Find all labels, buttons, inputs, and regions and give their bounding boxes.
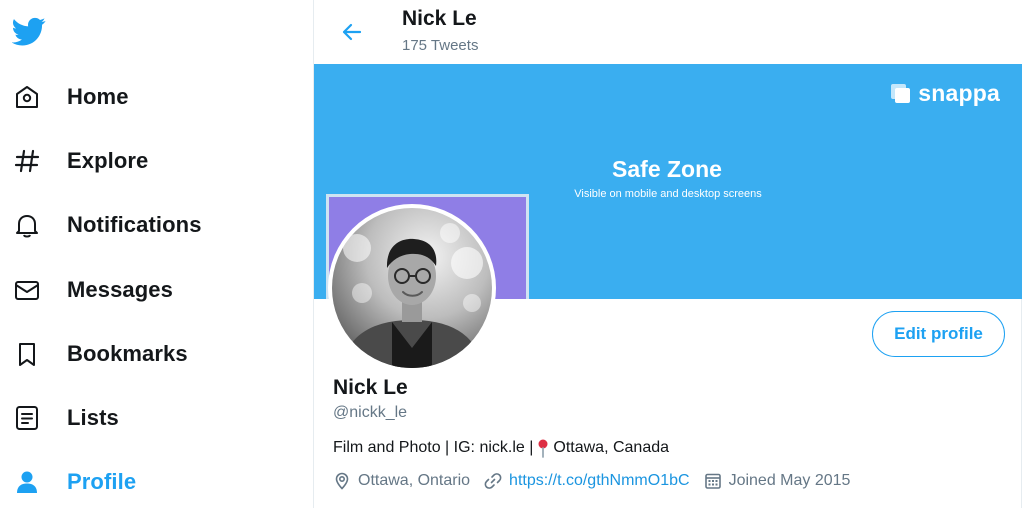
joined-text: Joined May 2015: [728, 472, 851, 489]
sidebar: Home Explore Notifications Messages Book…: [0, 0, 314, 508]
sidebar-item-label: Notifications: [67, 212, 202, 237]
bio-text: Film and Photo | IG: nick.le |: [333, 439, 534, 456]
sidebar-item-label: Explore: [67, 148, 149, 173]
sidebar-item-lists[interactable]: Lists: [12, 398, 119, 438]
home-icon: [12, 82, 42, 112]
sidebar-item-label: Lists: [67, 405, 119, 430]
joined-item: Joined May 2015: [704, 472, 851, 490]
pushpin-icon: [535, 438, 551, 458]
profile-bio: Film and Photo | IG: nick.le | Ottawa, C…: [333, 438, 669, 458]
bookmark-icon: [12, 339, 42, 369]
brand-text: snappa: [918, 80, 1000, 106]
twitter-bird-icon[interactable]: [11, 14, 46, 48]
person-icon: [12, 467, 42, 497]
tweet-count: 175 Tweets: [402, 37, 479, 54]
hashtag-icon: [12, 146, 42, 176]
profile-header: Nick Le 175 Tweets: [314, 0, 1022, 64]
envelope-icon: [12, 275, 42, 305]
header-title: Nick Le: [402, 7, 477, 30]
brand-logo: snappa: [890, 80, 1000, 107]
profile-main: Nick Le 175 Tweets snappa Safe Zone Visi…: [314, 0, 1022, 508]
avatar[interactable]: [328, 204, 496, 372]
edit-profile-button[interactable]: Edit profile: [872, 311, 1005, 357]
sidebar-item-label: Profile: [67, 469, 137, 494]
location-pin-icon: [335, 472, 349, 490]
sidebar-item-profile[interactable]: Profile: [12, 462, 136, 502]
sidebar-item-explore[interactable]: Explore: [12, 141, 148, 181]
website-item: https://t.co/gthNmmO1bC: [484, 472, 690, 490]
calendar-icon: [704, 473, 721, 489]
sidebar-item-notifications[interactable]: Notifications: [12, 205, 202, 245]
profile-meta: Ottawa, Ontario https://t.co/gthNmmO1bC …: [333, 472, 850, 490]
bio-location: Ottawa, Canada: [553, 439, 670, 456]
list-icon: [12, 403, 42, 433]
safe-zone-title: Safe Zone: [612, 156, 722, 182]
location-item: Ottawa, Ontario: [333, 472, 470, 490]
profile-handle: @nickk_le: [333, 404, 408, 421]
sidebar-item-messages[interactable]: Messages: [12, 270, 173, 310]
sidebar-item-bookmarks[interactable]: Bookmarks: [12, 334, 188, 374]
sidebar-item-home[interactable]: Home: [12, 77, 129, 117]
sidebar-item-label: Messages: [67, 277, 173, 302]
sidebar-item-label: Bookmarks: [67, 341, 188, 366]
snappa-logo-icon: [891, 83, 911, 103]
sidebar-item-label: Home: [67, 84, 129, 109]
link-icon: [484, 473, 502, 489]
back-button[interactable]: [336, 16, 368, 48]
bell-icon: [12, 210, 42, 240]
arrow-left-icon: [342, 23, 362, 41]
website-link[interactable]: https://t.co/gthNmmO1bC: [509, 472, 690, 490]
location-text: Ottawa, Ontario: [358, 472, 471, 489]
profile-name: Nick Le: [333, 376, 408, 399]
